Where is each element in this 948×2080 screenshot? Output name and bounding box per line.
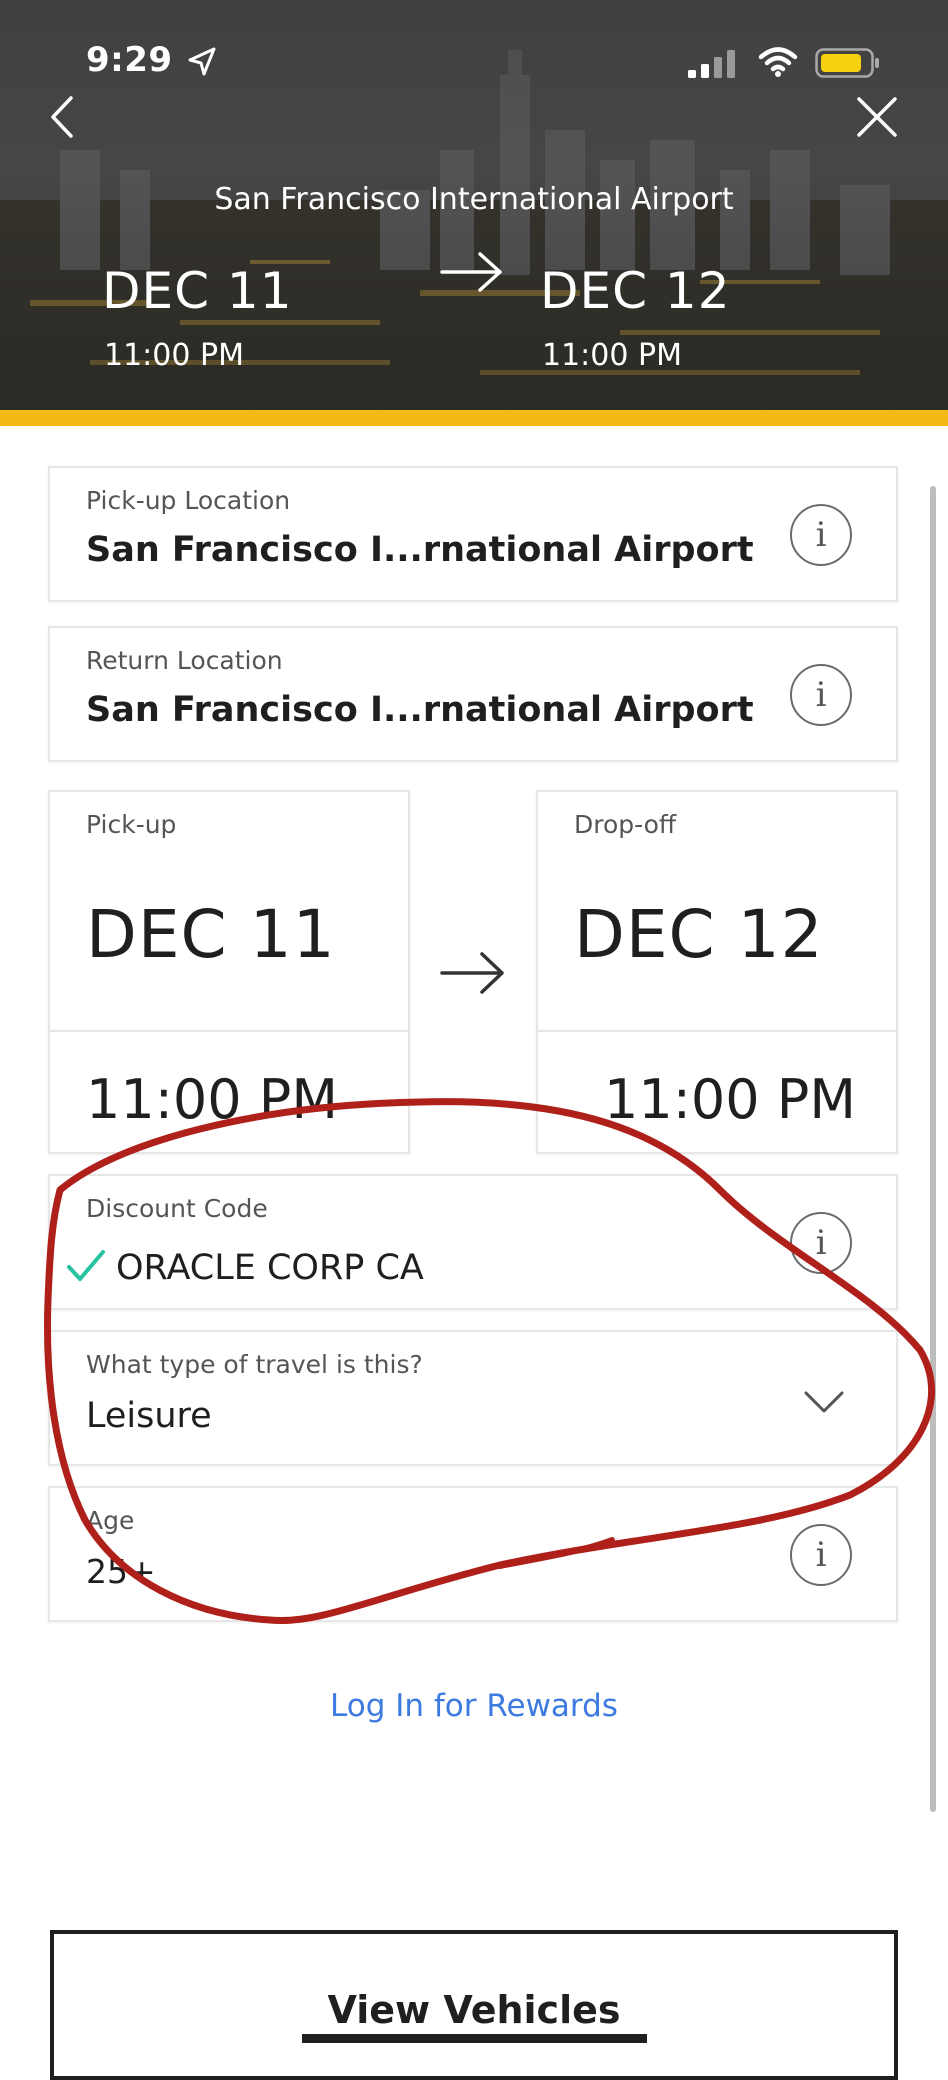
- battery-icon: [815, 48, 879, 78]
- dropoff-time: 11:00 PM: [604, 1068, 856, 1131]
- pickup-date-field[interactable]: Pick-up DEC 11: [48, 790, 410, 1032]
- pickup-date: DEC 11: [86, 896, 336, 973]
- travel-type-label: What type of travel is this?: [86, 1350, 423, 1379]
- arrow-right-icon: [440, 252, 502, 292]
- age-field[interactable]: Age 25+ i: [48, 1486, 898, 1622]
- signal-icon: [688, 50, 735, 78]
- location-arrow-icon: [188, 47, 216, 76]
- back-button[interactable]: [42, 92, 82, 142]
- info-icon[interactable]: i: [790, 1212, 852, 1274]
- return-location-label: Return Location: [86, 646, 283, 675]
- check-icon: [67, 1250, 105, 1281]
- travel-type-select[interactable]: What type of travel is this? Leisure: [48, 1330, 898, 1466]
- info-icon[interactable]: i: [790, 1524, 852, 1586]
- age-value: 25+: [86, 1552, 156, 1591]
- wifi-icon: [758, 47, 798, 77]
- view-vehicles-button[interactable]: View Vehicles: [50, 1930, 898, 2080]
- status-time: 9:29: [86, 40, 173, 80]
- header-pickup-time: 11:00 PM: [104, 338, 244, 373]
- pickup-time: 11:00 PM: [86, 1068, 338, 1131]
- dropoff-label: Drop-off: [574, 810, 677, 839]
- return-location-field[interactable]: Return Location San Francisco I...rnatio…: [48, 626, 898, 762]
- scrollbar[interactable]: [930, 486, 936, 1812]
- log-in-rewards-link[interactable]: Log In for Rewards: [0, 1688, 948, 1724]
- close-button[interactable]: [852, 92, 902, 142]
- return-location-value: San Francisco I...rnational Airport: [86, 690, 754, 730]
- chevron-down-icon: [804, 1391, 844, 1413]
- info-icon[interactable]: i: [790, 504, 852, 566]
- age-label: Age: [86, 1506, 135, 1535]
- header-location: San Francisco International Airport: [214, 182, 734, 217]
- dropoff-date-field[interactable]: Drop-off DEC 12: [536, 790, 898, 1032]
- arrow-right-icon: [440, 952, 504, 994]
- close-icon: [857, 97, 897, 137]
- pickup-location-field[interactable]: Pick-up Location San Francisco I...rnati…: [48, 466, 898, 602]
- header-return-date: DEC 12: [540, 262, 731, 320]
- pickup-time-field[interactable]: 11:00 PM: [48, 1030, 410, 1154]
- back-chevron-icon: [51, 96, 73, 138]
- accent-bar: [0, 410, 948, 426]
- discount-label: Discount Code: [86, 1194, 268, 1223]
- pickup-location-label: Pick-up Location: [86, 486, 291, 515]
- info-icon[interactable]: i: [790, 664, 852, 726]
- view-vehicles-label: View Vehicles: [301, 1989, 647, 2043]
- header-return-time: 11:00 PM: [542, 338, 682, 373]
- travel-type-value: Leisure: [86, 1396, 212, 1436]
- pickup-label: Pick-up: [86, 810, 177, 839]
- dropoff-date: DEC 12: [574, 896, 824, 973]
- dropoff-time-field[interactable]: 11:00 PM: [536, 1030, 898, 1154]
- header-pickup-date: DEC 11: [102, 262, 293, 320]
- discount-code-field[interactable]: Discount Code ORACLE CORP CA i: [48, 1174, 898, 1310]
- discount-value: ORACLE CORP CA: [116, 1248, 424, 1288]
- pickup-location-value: San Francisco I...rnational Airport: [86, 530, 754, 570]
